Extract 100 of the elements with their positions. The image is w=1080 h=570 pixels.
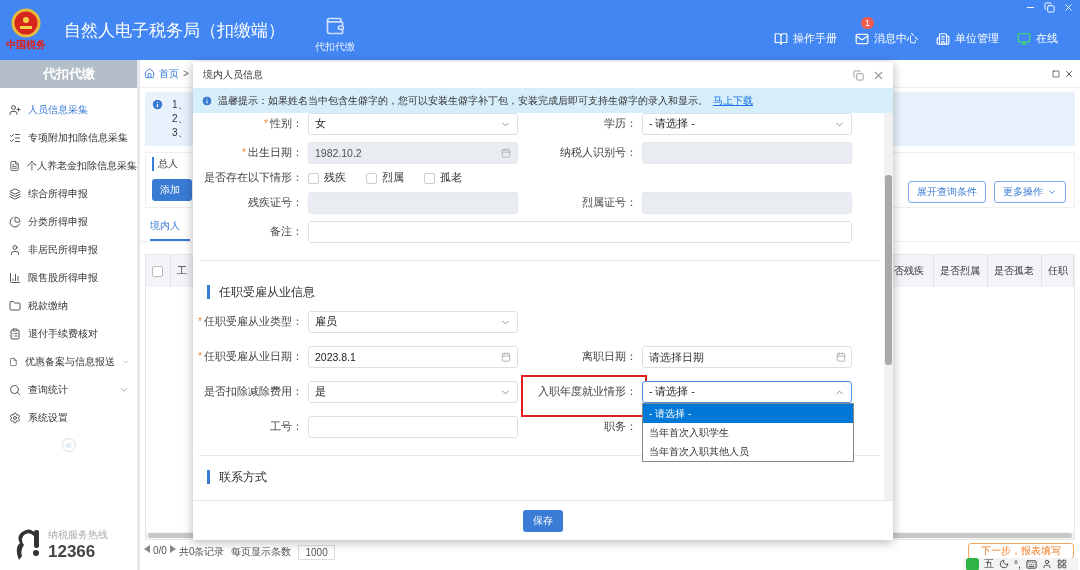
chevrons-left-icon bbox=[64, 440, 73, 450]
user-icon[interactable] bbox=[1041, 559, 1052, 569]
info-icon bbox=[201, 94, 213, 107]
tab[interactable]: 境内人 bbox=[150, 219, 190, 241]
sidebar-title: 代扣代缴 bbox=[0, 60, 137, 88]
sidebar-item[interactable]: 分类所得申报 bbox=[0, 208, 137, 236]
header-action[interactable]: 消息中心 bbox=[855, 32, 918, 46]
sidebar-item[interactable]: 人员信息采集 bbox=[0, 96, 137, 124]
hotline-caption: 纳税服务热线 bbox=[48, 528, 108, 542]
field-label: 入职年度就业情形： bbox=[538, 385, 637, 399]
pie-chart-icon bbox=[9, 216, 21, 228]
restore-icon[interactable] bbox=[1044, 2, 1055, 13]
checkbox[interactable]: 孤老 bbox=[424, 171, 462, 185]
page-size-label: 每页显示条数 bbox=[231, 545, 292, 559]
breadcrumb-link[interactable]: 首页 bbox=[159, 66, 179, 81]
field-label: * 任职受雇从业日期： bbox=[197, 350, 303, 364]
field-label: 纳税人识别号： bbox=[560, 146, 637, 160]
user-add-icon bbox=[9, 104, 21, 116]
dropdown-option[interactable]: - 请选择 - bbox=[643, 404, 853, 423]
clipboard-icon bbox=[9, 328, 21, 340]
field-label: 备注： bbox=[270, 225, 303, 239]
select-field[interactable]: 是 bbox=[308, 381, 518, 403]
sidebar-item[interactable]: 优惠备案与信息报送 bbox=[0, 348, 137, 376]
summary-title: 总人 bbox=[152, 157, 178, 171]
expand-filter-button[interactable]: 展开查询条件 bbox=[908, 181, 986, 203]
save-button[interactable]: 保存 bbox=[523, 509, 563, 532]
select-field[interactable]: 女 bbox=[308, 113, 518, 135]
field-label: 离职日期： bbox=[582, 350, 637, 364]
page-size-field[interactable]: 1000 bbox=[298, 545, 335, 560]
moon-icon[interactable] bbox=[999, 559, 1009, 569]
ime-mode[interactable]: 五 bbox=[984, 557, 994, 570]
list-icon bbox=[9, 132, 21, 144]
user-icon bbox=[9, 244, 21, 256]
field-label: 职务： bbox=[604, 420, 637, 434]
header-action[interactable]: 操作手册 bbox=[774, 32, 837, 46]
keyboard-icon[interactable] bbox=[1025, 558, 1037, 570]
record-count: 共0条记录 bbox=[178, 545, 225, 559]
ime-punctuation[interactable]: °, bbox=[1014, 558, 1021, 570]
select-field[interactable]: - 请选择 - bbox=[642, 381, 852, 403]
maximize-icon[interactable] bbox=[1052, 69, 1060, 78]
checkbox[interactable] bbox=[152, 265, 163, 277]
text-field[interactable] bbox=[308, 221, 852, 243]
building-icon bbox=[936, 32, 950, 46]
sidebar-item[interactable]: 税款缴纳 bbox=[0, 292, 137, 320]
grid-icon[interactable] bbox=[1056, 559, 1067, 569]
download-link[interactable]: 马上下载 bbox=[713, 93, 753, 108]
chevron-icon bbox=[119, 385, 129, 395]
sidebar-item[interactable]: 个人养老金扣除信息采集 bbox=[0, 152, 137, 180]
field-label: 残疾证号： bbox=[248, 196, 303, 210]
sidebar-item[interactable]: 非居民所得申报 bbox=[0, 236, 137, 264]
sidebar-item[interactable]: 专项附加扣除信息采集 bbox=[0, 124, 137, 152]
column-header: 任职 bbox=[1042, 255, 1074, 287]
field-label: 是否存在以下情形： bbox=[204, 171, 303, 185]
sidebar-item[interactable]: 查询统计 bbox=[0, 376, 137, 404]
restore-icon[interactable] bbox=[853, 69, 864, 81]
wallet-icon bbox=[325, 16, 345, 36]
folder-icon bbox=[9, 300, 21, 312]
app-title: 自然人电子税务局（扣缴端） bbox=[64, 19, 285, 42]
column-header: 是否烈属 bbox=[934, 255, 988, 287]
sidebar-item[interactable]: 系统设置 bbox=[0, 404, 137, 432]
close-icon[interactable] bbox=[1064, 68, 1074, 79]
note-text: 3、 bbox=[172, 126, 188, 140]
logo-text: 中国税务 bbox=[6, 38, 46, 52]
note-text: 2、 bbox=[172, 112, 188, 126]
file-icon bbox=[9, 356, 18, 368]
add-button[interactable]: 添加 bbox=[152, 179, 192, 201]
sidebar-item[interactable]: 综合所得申报 bbox=[0, 180, 137, 208]
monitor-icon bbox=[1017, 32, 1031, 46]
calendar-icon bbox=[501, 352, 511, 362]
sidebar-item[interactable]: 退付手续费核对 bbox=[0, 320, 137, 348]
scrollbar[interactable] bbox=[884, 113, 893, 500]
field-label: * 任职受雇从业类型： bbox=[197, 315, 303, 329]
checkbox[interactable]: 残疾 bbox=[308, 171, 346, 185]
calendar-icon bbox=[836, 352, 846, 362]
search-icon bbox=[9, 384, 21, 396]
text-field[interactable] bbox=[308, 416, 518, 438]
calendar-icon bbox=[501, 148, 511, 158]
header-action[interactable]: 在线 bbox=[1017, 32, 1058, 46]
field-label: * 性别： bbox=[263, 117, 303, 131]
date-field[interactable]: 请选择日期 bbox=[642, 346, 852, 368]
field-label: 是否扣除减除费用： bbox=[204, 385, 303, 399]
select-field[interactable]: - 请选择 - bbox=[642, 113, 852, 135]
checkbox[interactable]: 烈属 bbox=[366, 171, 404, 185]
next-icon[interactable] bbox=[169, 545, 176, 553]
document-icon bbox=[9, 160, 20, 172]
previous-icon[interactable] bbox=[144, 545, 150, 553]
header-action[interactable]: 单位管理 bbox=[936, 32, 999, 46]
bar-chart-icon bbox=[9, 272, 21, 284]
date-field[interactable]: 2023.8.1 bbox=[308, 346, 518, 368]
more-menu-button[interactable]: 更多操作 bbox=[994, 181, 1066, 203]
select-field[interactable]: 雇员 bbox=[308, 311, 518, 333]
settings-icon bbox=[9, 412, 21, 424]
field-label: 学历： bbox=[604, 117, 637, 131]
sidebar-item[interactable]: 限售股所得申报 bbox=[0, 264, 137, 292]
column-header: 是否孤老 bbox=[988, 255, 1042, 287]
emblem-icon bbox=[11, 8, 41, 38]
hotline-number: 12366 bbox=[48, 542, 97, 562]
close-icon[interactable] bbox=[1063, 2, 1074, 13]
field-label: 工号： bbox=[270, 420, 303, 434]
field-label: * 出生日期： bbox=[241, 146, 303, 160]
